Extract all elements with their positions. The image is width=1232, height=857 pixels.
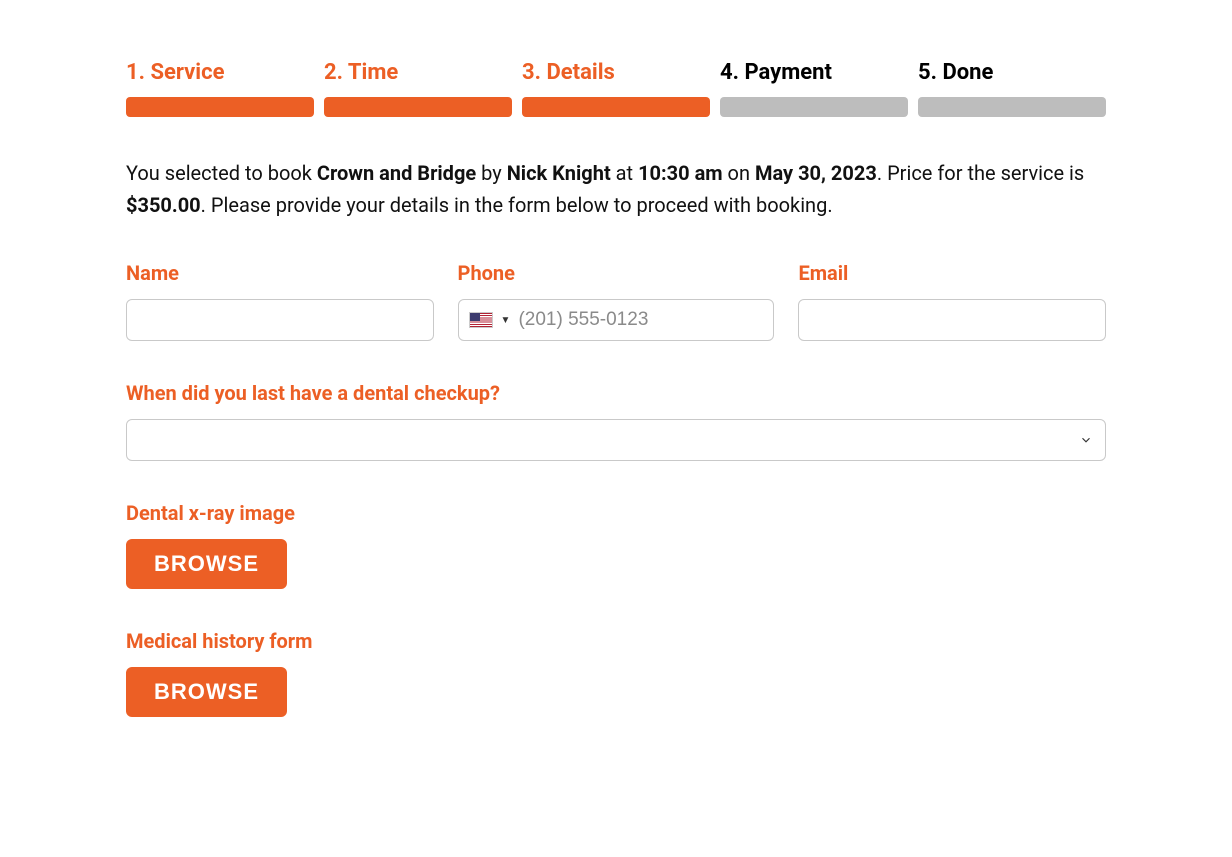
step-label: 4. Payment bbox=[720, 60, 908, 85]
xray-field-group: Dental x-ray image BROWSE bbox=[126, 501, 1106, 589]
step-time: 2. Time bbox=[324, 60, 512, 117]
summary-text: at bbox=[611, 161, 638, 185]
browse-xray-button[interactable]: BROWSE bbox=[126, 539, 287, 589]
step-label: 3. Details bbox=[522, 60, 710, 85]
phone-input[interactable] bbox=[518, 300, 763, 340]
summary-text: You selected to book bbox=[126, 161, 317, 185]
email-field-group: Email bbox=[798, 261, 1106, 341]
summary-provider: Nick Knight bbox=[507, 161, 611, 185]
summary-price: $350.00 bbox=[126, 193, 201, 217]
checkup-field-group: When did you last have a dental checkup? bbox=[126, 381, 1106, 461]
name-field-group: Name bbox=[126, 261, 434, 341]
step-details: 3. Details bbox=[522, 60, 710, 117]
step-label: 1. Service bbox=[126, 60, 314, 85]
step-bar bbox=[918, 97, 1106, 117]
medical-field-group: Medical history form BROWSE bbox=[126, 629, 1106, 717]
summary-text: . Please provide your details in the for… bbox=[201, 193, 833, 217]
xray-label: Dental x-ray image bbox=[126, 501, 1106, 525]
us-flag-icon[interactable] bbox=[469, 312, 493, 328]
progress-steps: 1. Service 2. Time 3. Details 4. Payment… bbox=[126, 60, 1106, 117]
browse-medical-button[interactable]: BROWSE bbox=[126, 667, 287, 717]
step-done: 5. Done bbox=[918, 60, 1106, 117]
name-input[interactable] bbox=[126, 299, 434, 341]
summary-text: on bbox=[723, 161, 755, 185]
summary-date: May 30, 2023 bbox=[755, 161, 877, 185]
email-label: Email bbox=[798, 261, 1106, 285]
name-label: Name bbox=[126, 261, 434, 285]
phone-field-group: Phone ▼ bbox=[458, 261, 775, 341]
summary-text: . Price for the service is bbox=[877, 161, 1084, 185]
medical-label: Medical history form bbox=[126, 629, 1106, 653]
step-label: 2. Time bbox=[324, 60, 512, 85]
checkup-label: When did you last have a dental checkup? bbox=[126, 381, 1106, 405]
booking-summary: You selected to book Crown and Bridge by… bbox=[126, 157, 1106, 221]
step-bar bbox=[720, 97, 908, 117]
step-payment: 4. Payment bbox=[720, 60, 908, 117]
email-input[interactable] bbox=[798, 299, 1106, 341]
booking-form: 1. Service 2. Time 3. Details 4. Payment… bbox=[66, 40, 1166, 817]
summary-time: 10:30 am bbox=[638, 161, 723, 185]
summary-service: Crown and Bridge bbox=[317, 161, 476, 185]
chevron-down-icon[interactable]: ▼ bbox=[501, 315, 511, 326]
contact-row: Name Phone ▼ Email bbox=[126, 261, 1106, 341]
step-bar bbox=[126, 97, 314, 117]
step-bar bbox=[522, 97, 710, 117]
checkup-select[interactable] bbox=[126, 419, 1106, 461]
phone-label: Phone bbox=[458, 261, 775, 285]
step-service: 1. Service bbox=[126, 60, 314, 117]
summary-text: by bbox=[476, 161, 507, 185]
step-label: 5. Done bbox=[918, 60, 1106, 85]
step-bar bbox=[324, 97, 512, 117]
phone-input-wrap: ▼ bbox=[458, 299, 775, 341]
